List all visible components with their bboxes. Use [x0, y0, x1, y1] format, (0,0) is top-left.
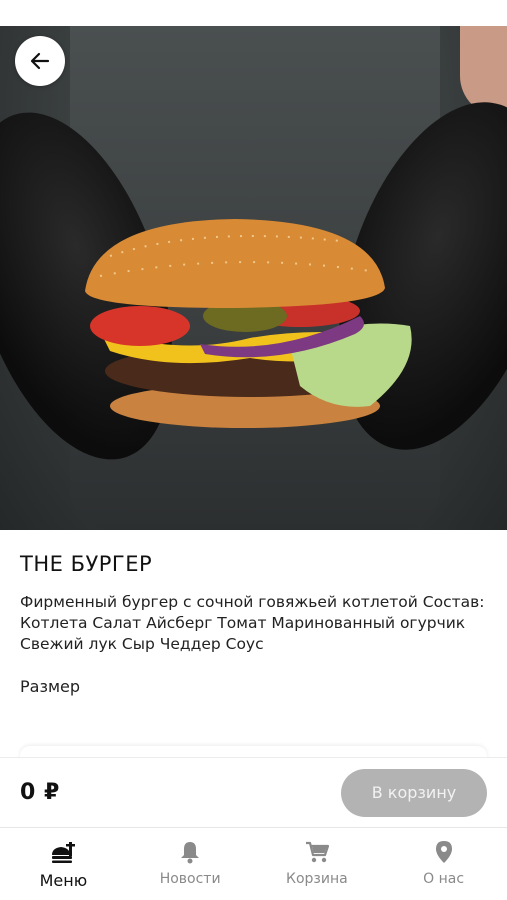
- menu-food-icon: [52, 842, 76, 863]
- product-details: THE БУРГЕР Фирменный бургер с сочной гов…: [0, 530, 507, 776]
- back-button[interactable]: [15, 36, 65, 86]
- nav-label-menu: Меню: [39, 871, 88, 890]
- add-to-cart-button[interactable]: В корзину: [341, 768, 487, 817]
- nav-label-cart: Корзина: [286, 871, 348, 887]
- cart-icon: [305, 841, 329, 863]
- nav-item-menu[interactable]: Меню: [0, 828, 127, 900]
- burger-illustration: [85, 219, 412, 428]
- price: 0 ₽: [20, 780, 60, 805]
- nav-item-news[interactable]: Новости: [127, 828, 254, 900]
- status-bar: [0, 0, 507, 26]
- nav-item-about[interactable]: О нас: [380, 828, 507, 900]
- product-description: Фирменный бургер с сочной говяжьей котле…: [20, 593, 485, 653]
- product-title: THE БУРГЕР: [20, 552, 153, 576]
- location-pin-icon: [435, 841, 452, 863]
- nav-label-about: О нас: [423, 871, 465, 887]
- bottom-navigation: Меню Новости Корзина О нас: [0, 827, 507, 900]
- size-label: Размер: [20, 677, 81, 696]
- checkout-bar: 0 ₽ В корзину: [0, 757, 507, 827]
- bell-icon: [181, 842, 200, 864]
- nav-label-news: Новости: [159, 871, 221, 887]
- arrow-left-icon: [30, 52, 50, 70]
- product-image: [0, 26, 507, 530]
- nav-item-cart[interactable]: Корзина: [254, 828, 381, 900]
